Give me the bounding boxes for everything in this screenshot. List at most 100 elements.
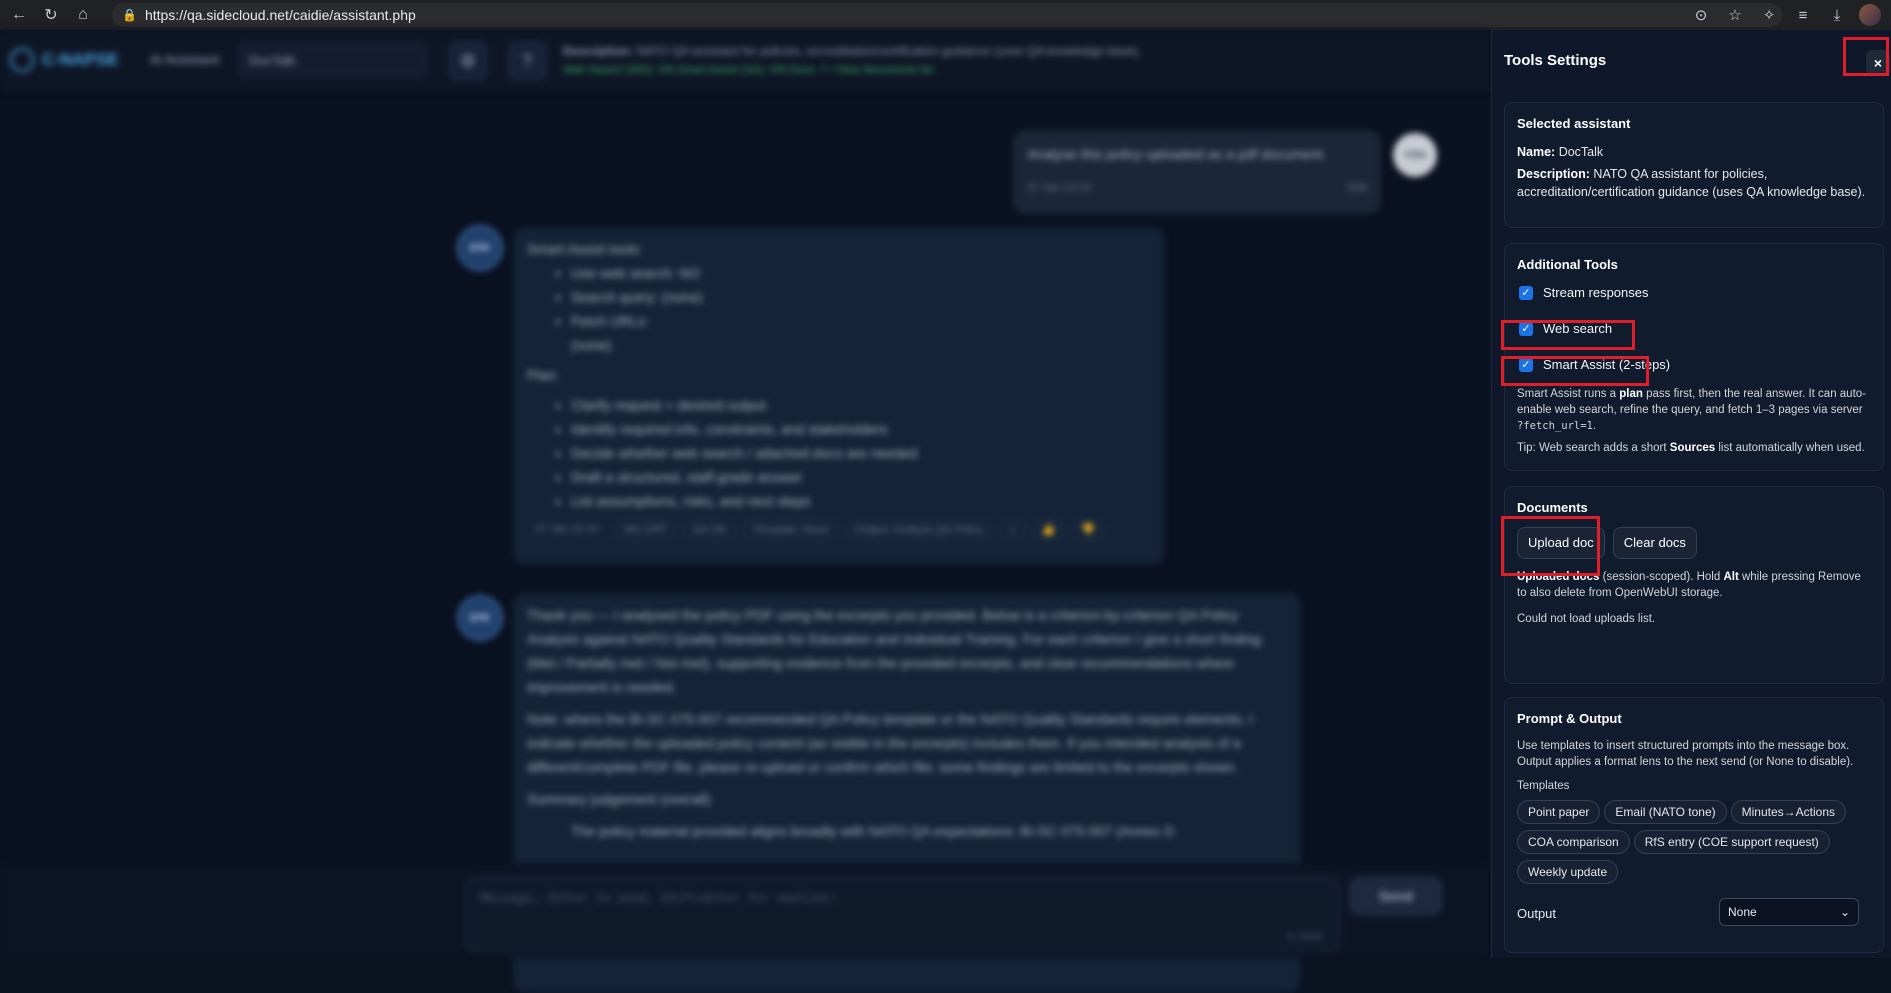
thumbs-up-icon[interactable]: 👍 (1032, 519, 1065, 541)
chevron-down-icon: ⌄ (1839, 905, 1850, 919)
smart-desc-text: Smart Assist runs a (1517, 388, 1620, 400)
template-rfs-entry[interactable]: RfS entry (COE support request) (1633, 830, 1830, 854)
smart-desc-code: ?fetch_url=1 (1517, 420, 1593, 432)
list-item: Use web search: NO (571, 261, 1151, 285)
plan-steps-list: Clarify request + desired output Identif… (571, 393, 1151, 513)
tip-text: Tip: Web search adds a short (1517, 442, 1670, 454)
meta-chip: SA ON (683, 519, 736, 541)
output-row: Output None ⌄ (1517, 898, 1871, 928)
tools-settings-panel: Tools Settings × Selected assistant Name… (1491, 30, 1891, 958)
template-minutes-actions[interactable]: Minutes→Actions (1730, 800, 1847, 824)
user-message: Analyse this policy uploaded as a pdf do… (1013, 130, 1381, 214)
documents-info-text: (session-scoped). Hold (1599, 571, 1724, 583)
gear-icon: ⚙ (459, 50, 477, 71)
output-select-value: None (1728, 905, 1757, 919)
web-search-label: Web search (1543, 321, 1613, 336)
meta-chip: Output: Analyze QA Policy (846, 519, 993, 541)
back-icon[interactable]: ← (6, 2, 32, 28)
bot-avatar: DTK (457, 225, 503, 271)
selected-assistant-heading: Selected assistant (1517, 116, 1631, 131)
prompt-output-description: Use templates to insert structured promp… (1517, 740, 1854, 768)
smart-assist-description: Smart Assist runs a plan pass first, the… (1517, 386, 1871, 434)
assistant-name-row: Name: DocTalk (1517, 143, 1871, 161)
copy-icon[interactable]: ▯ (1000, 519, 1025, 541)
edit-button[interactable]: Edit (1348, 176, 1367, 200)
reader-icon[interactable]: ⊙ (1689, 3, 1713, 27)
help-button[interactable]: ? (508, 42, 546, 80)
assistant-label: AI Assistant: (150, 52, 222, 67)
home-icon[interactable]: ⌂ (70, 2, 96, 28)
smart-assist-toggle[interactable]: ✓ Smart Assist (2-steps) (1517, 356, 1871, 374)
extensions-icon[interactable]: ✧ (1757, 3, 1781, 27)
prompt-output-card: Prompt & Output Use templates to insert … (1504, 697, 1884, 953)
selected-assistant-card: Selected assistant Name: DocTalk Descrip… (1504, 102, 1884, 228)
downloads-icon[interactable]: ⤓ (1825, 3, 1849, 27)
prompt-output-heading: Prompt & Output (1517, 711, 1622, 726)
web-search-toggle[interactable]: ✓ Web search (1517, 320, 1871, 338)
smart-assist-label: Smart Assist (2-steps) (1543, 357, 1671, 372)
plan-meta: 27 Jan 12:13 WS OFF SA ON Template: None… (527, 519, 1151, 541)
tip-bold: Sources (1669, 442, 1716, 454)
checkbox-checked-icon[interactable]: ✓ (1519, 286, 1533, 300)
output-label: Output (1517, 906, 1557, 921)
logo-icon (10, 48, 34, 72)
message-input[interactable]: Message… (Enter to send, Shift+Enter for… (465, 876, 1340, 952)
stream-responses-toggle[interactable]: ✓ Stream responses (1517, 284, 1871, 302)
checkbox-checked-icon[interactable]: ✓ (1519, 322, 1533, 336)
favorite-icon[interactable]: ☆ (1723, 3, 1747, 27)
checkbox-checked-icon[interactable]: ✓ (1519, 358, 1533, 372)
documents-info: Uploaded docs (session-scoped). Hold Alt… (1517, 569, 1871, 601)
favorites-list-icon[interactable]: ≡ (1791, 3, 1815, 27)
smart-desc-text: . (1592, 420, 1597, 432)
output-select[interactable]: None ⌄ (1719, 898, 1859, 926)
plan-message: Smart Assist tools: Use web search: NO S… (513, 227, 1165, 565)
assistant-description-row: Description: NATO QA assistant for polic… (1517, 165, 1871, 201)
message-placeholder: Message… (Enter to send, Shift+Enter for… (480, 891, 835, 905)
header-description-text: NATO QA assistant for policies, accredit… (636, 44, 1141, 58)
list-item: Draft a structured, staff-grade answer (571, 465, 1151, 489)
description-label: Description: (1517, 167, 1590, 181)
browser-toolbar: ← ↻ ⌂ 🔒 https://qa.sidecloud.net/caidie/… (0, 0, 1891, 30)
template-coa-comparison[interactable]: COA comparison (1517, 830, 1630, 854)
plan-title: Smart Assist tools: (527, 241, 643, 257)
settings-button[interactable]: ⚙ (449, 42, 487, 80)
send-button[interactable]: Send (1349, 876, 1443, 916)
name-label: Name: (1517, 145, 1556, 159)
list-item: Fetch URLs: (571, 309, 1151, 333)
app-logo: C-NAPSE (10, 48, 119, 72)
template-weekly-update[interactable]: Weekly update (1517, 860, 1619, 884)
meta-chip: 27 Jan 12:13 (535, 523, 599, 535)
app-background: C-NAPSE AI Assistant: DocTalk ⚙ ? Descri… (0, 30, 1491, 993)
meta-chip: WS OFF (614, 519, 676, 541)
plan-tools-list: Use web search: NO Search query: (none) … (571, 261, 1151, 357)
panel-title: Tools Settings (1504, 52, 1607, 69)
close-button[interactable]: × (1866, 50, 1890, 76)
clear-docs-button[interactable]: Clear docs (1612, 527, 1697, 559)
user-message-time: 27 Jan 12:13 (1027, 182, 1091, 194)
user-message-text: Analyse this policy uploaded as a pdf do… (1027, 146, 1327, 162)
header-description-label: Description: (563, 44, 634, 58)
header-status: Web Search (WS): ON Smart Assist (SA): O… (563, 64, 934, 76)
name-value: DocTalk (1558, 145, 1604, 159)
template-point-paper[interactable]: Point paper (1517, 800, 1601, 824)
help-icon: ? (521, 50, 532, 71)
assistant-select[interactable]: DocTalk (240, 44, 426, 76)
address-bar[interactable]: 🔒 https://qa.sidecloud.net/caidie/assist… (112, 3, 1782, 27)
documents-actions: Upload doc Clear docs (1517, 527, 1871, 559)
list-item: List assumptions, risks, and next steps (571, 489, 1151, 513)
logo-text: C-NAPSE (42, 50, 119, 69)
reload-icon[interactable]: ↻ (38, 2, 64, 28)
answer-paragraph: Note: where the Bi-SC 075-007 recommende… (527, 711, 1254, 775)
thumbs-down-icon[interactable]: 👎 (1072, 519, 1104, 541)
url-text: https://qa.sidecloud.net/caidie/assistan… (144, 7, 416, 23)
documents-info-bold: Uploaded docs (1517, 571, 1600, 583)
upload-doc-button[interactable]: Upload doc (1517, 527, 1605, 559)
profile-avatar[interactable] (1859, 4, 1881, 26)
template-email[interactable]: Email (NATO tone) (1604, 800, 1727, 824)
uploads-status: Could not load uploads list. (1517, 613, 1656, 625)
header-description: Description: NATO QA assistant for polic… (563, 44, 1203, 76)
documents-info-bold: Alt (1723, 571, 1739, 583)
list-item: (none) (571, 337, 612, 353)
list-item: Identify required info, constraints, and… (571, 417, 1151, 441)
list-item: Search query: (none) (571, 285, 1151, 309)
